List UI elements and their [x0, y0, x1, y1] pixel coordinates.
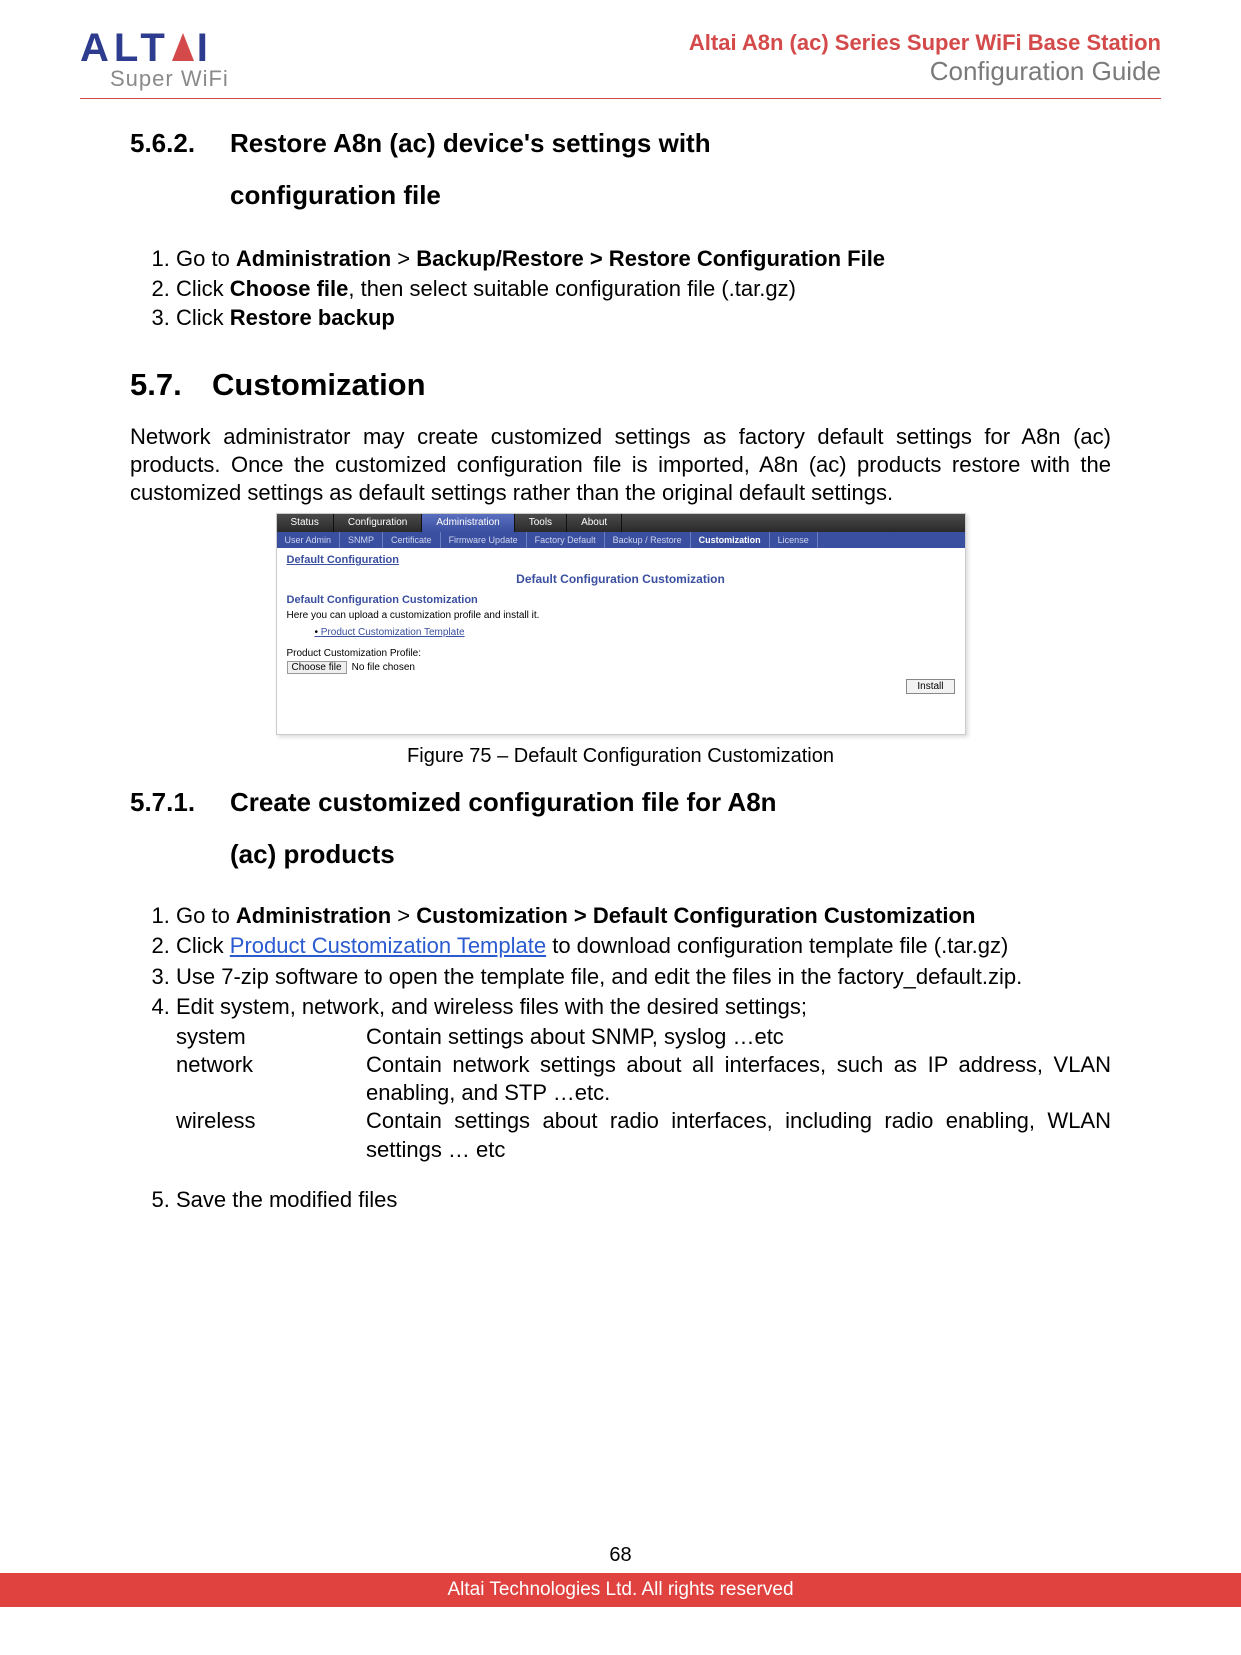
step-item: Use 7-zip software to open the template … [176, 963, 1111, 991]
choose-file-button[interactable]: Choose file [287, 661, 347, 674]
bold-text: Restore backup [230, 305, 395, 330]
figure-description: Here you can upload a customization prof… [287, 610, 955, 621]
text: > [391, 246, 416, 271]
install-button[interactable]: Install [906, 679, 954, 694]
text: Click [176, 933, 230, 958]
bold-text: Administration [236, 246, 391, 271]
text: Click [176, 305, 230, 330]
subtab-factory-default[interactable]: Factory Default [527, 532, 605, 548]
heading-5-7: 5.7.Customization [130, 367, 1111, 403]
file-table: system Contain settings about SNMP, sysl… [176, 1023, 1111, 1164]
text: Go to [176, 246, 236, 271]
figure-profile-label: Product Customization Profile: [287, 648, 955, 659]
file-val: Contain settings about SNMP, syslog …etc [366, 1023, 1111, 1051]
file-key: system [176, 1023, 366, 1051]
figure-75: Status Configuration Administration Tool… [276, 513, 966, 768]
text: , then select suitable configuration fil… [348, 276, 796, 301]
text: Click [176, 276, 230, 301]
file-row: system Contain settings about SNMP, sysl… [176, 1023, 1111, 1051]
tab-status[interactable]: Status [277, 514, 334, 532]
file-val: Contain settings about radio interfaces,… [366, 1107, 1111, 1163]
file-val: Contain network settings about all inter… [366, 1051, 1111, 1107]
heading-5-7-1: 5.7.1.Create customized configuration fi… [130, 776, 1111, 880]
bold-text: Backup/Restore > Restore Configuration F… [416, 246, 885, 271]
heading-text: Customization [212, 367, 426, 402]
file-row: network Contain network settings about a… [176, 1051, 1111, 1107]
subtab-license[interactable]: License [770, 532, 818, 548]
heading-5-6-2: 5.6.2.Restore A8n (ac) device's settings… [130, 117, 1111, 221]
text: > [391, 903, 416, 928]
subtab-snmp[interactable]: SNMP [340, 532, 383, 548]
figure-template-link[interactable]: Product Customization Template [315, 627, 955, 638]
tab-about[interactable]: About [567, 514, 622, 532]
figure-top-link[interactable]: Default Configuration [287, 554, 955, 566]
step-item: Click Restore backup [176, 304, 1111, 333]
figure-tabs-top: Status Configuration Administration Tool… [277, 514, 965, 532]
steps-5-7-1: Go to Administration > Customization > D… [130, 902, 1111, 1214]
step-item: Save the modified files [176, 1186, 1111, 1214]
logo-triangle-icon [172, 33, 194, 61]
figure-center-title: Default Configuration Customization [287, 572, 955, 586]
heading-text-line1: Create customized configuration file for… [230, 787, 777, 817]
logo-text-2: I [197, 26, 213, 70]
content: 5.6.2.Restore A8n (ac) device's settings… [80, 117, 1161, 1214]
page-number: 68 [0, 1544, 1241, 1567]
step-item: Edit system, network, and wireless files… [176, 993, 1111, 1164]
text: Go to [176, 903, 236, 928]
subtab-backup-restore[interactable]: Backup / Restore [605, 532, 691, 548]
logo-subtitle: Super WiFi [110, 66, 229, 92]
subtab-user-admin[interactable]: User Admin [277, 532, 341, 548]
tab-administration[interactable]: Administration [422, 514, 514, 532]
step-item: Click Choose file, then select suitable … [176, 275, 1111, 304]
step-item: Click Product Customization Template to … [176, 932, 1111, 960]
figure-file-row: Choose file No file chosen Install [287, 661, 955, 674]
page-footer: 68 Altai Technologies Ltd. All rights re… [0, 1544, 1241, 1607]
file-row: wireless Contain settings about radio in… [176, 1107, 1111, 1163]
logo: ALTI Super WiFi [80, 30, 229, 92]
figure-screenshot: Status Configuration Administration Tool… [276, 513, 966, 735]
heading-number: 5.7. [130, 367, 212, 403]
file-key: wireless [176, 1107, 366, 1163]
paragraph-5-7: Network administrator may create customi… [130, 423, 1111, 507]
subtab-customization[interactable]: Customization [691, 532, 770, 548]
template-download-link[interactable]: Product Customization Template [230, 933, 546, 958]
heading-number: 5.6.2. [130, 117, 230, 169]
steps-5-6-2: Go to Administration > Backup/Restore > … [130, 245, 1111, 333]
bold-text: Customization > Default Configuration Cu… [416, 903, 975, 928]
file-key: network [176, 1051, 366, 1107]
footer-bar: Altai Technologies Ltd. All rights reser… [0, 1573, 1241, 1607]
logo-text-1: ALT [80, 26, 170, 70]
heading-text-line1: Restore A8n (ac) device's settings with [230, 128, 711, 158]
step-item: Go to Administration > Backup/Restore > … [176, 245, 1111, 274]
step-item: Go to Administration > Customization > D… [176, 902, 1111, 930]
figure-tabs-sub: User Admin SNMP Certificate Firmware Upd… [277, 532, 965, 548]
header-subtitle: Configuration Guide [689, 56, 1161, 87]
no-file-text: No file chosen [352, 662, 415, 673]
page-header: ALTI Super WiFi Altai A8n (ac) Series Su… [80, 30, 1161, 99]
subtab-certificate[interactable]: Certificate [383, 532, 441, 548]
heading-number: 5.7.1. [130, 776, 230, 828]
subtab-firmware-update[interactable]: Firmware Update [441, 532, 527, 548]
header-product: Altai A8n (ac) Series Super WiFi Base St… [689, 30, 1161, 56]
tab-configuration[interactable]: Configuration [334, 514, 422, 532]
tab-tools[interactable]: Tools [515, 514, 567, 532]
text: to download configuration template file … [546, 933, 1008, 958]
figure-caption: Figure 75 – Default Configuration Custom… [276, 745, 966, 768]
header-right: Altai A8n (ac) Series Super WiFi Base St… [689, 30, 1161, 87]
logo-main: ALTI [80, 30, 229, 66]
figure-body: Default Configuration Default Configurat… [277, 548, 965, 734]
bold-text: Choose file [230, 276, 349, 301]
bold-text: Administration [236, 903, 391, 928]
figure-subheading: Default Configuration Customization [287, 594, 955, 606]
heading-text-line2: configuration file [230, 169, 1111, 221]
heading-text-line2: (ac) products [230, 828, 1111, 880]
text: Edit system, network, and wireless files… [176, 994, 807, 1019]
